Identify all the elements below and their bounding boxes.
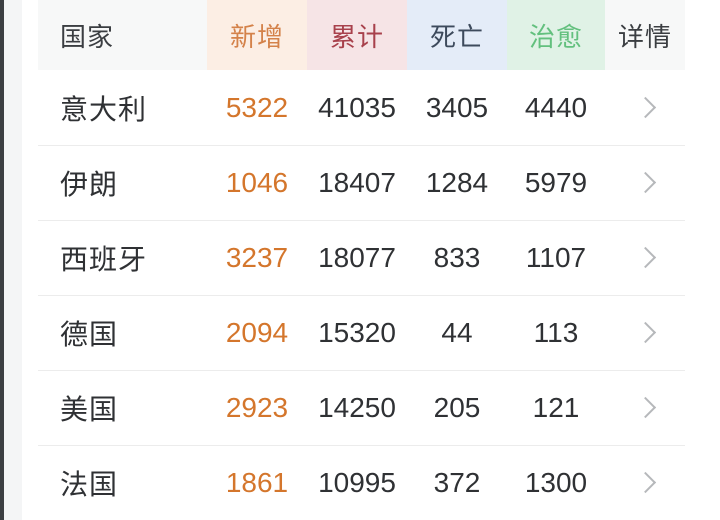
- cell-new: 3237: [225, 241, 289, 273]
- chevron-right-icon: [634, 471, 656, 494]
- cell-new: 5322: [225, 91, 289, 123]
- cell-deaths: 3405: [425, 91, 489, 123]
- cell-cured: 1107: [525, 241, 587, 273]
- column-header-country[interactable]: 国家: [38, 0, 207, 70]
- chevron-right-icon: [634, 396, 656, 419]
- column-header-new[interactable]: 新增: [207, 0, 307, 70]
- chevron-right-icon: [634, 321, 656, 344]
- cell-detail[interactable]: [605, 96, 685, 119]
- cell-cured: 121: [532, 391, 580, 423]
- cell-detail[interactable]: [605, 246, 685, 269]
- table-row[interactable]: 西班牙 3237 18077 833 1107: [38, 220, 685, 295]
- cell-deaths: 833: [433, 241, 481, 273]
- cell-total: 18407: [318, 166, 396, 198]
- cell-deaths: 205: [433, 391, 481, 423]
- table-row[interactable]: 法国 1861 10995 372 1300: [38, 445, 685, 520]
- cell-total: 18077: [318, 241, 396, 273]
- table-row[interactable]: 德国 2094 15320 44 113: [38, 295, 685, 370]
- cell-detail[interactable]: [605, 171, 685, 194]
- cell-new: 2923: [225, 391, 289, 423]
- cell-total: 10995: [318, 466, 396, 498]
- left-gutter: [4, 0, 22, 520]
- column-header-country-label: 国家: [60, 21, 115, 52]
- cell-total: 14250: [318, 391, 396, 423]
- cell-country: 法国: [60, 468, 119, 500]
- cell-cured: 4440: [524, 91, 588, 123]
- column-header-detail-label: 详情: [617, 21, 672, 52]
- chevron-right-icon: [634, 246, 656, 269]
- cell-total: 41035: [318, 91, 396, 123]
- table-body: 意大利 5322 41035 3405 4440 伊朗 1046 18407 1…: [38, 70, 685, 520]
- cell-cured: 1300: [524, 466, 588, 498]
- column-header-new-label: 新增: [229, 21, 284, 52]
- column-header-deaths-label: 死亡: [429, 21, 484, 52]
- cell-total: 15320: [318, 316, 396, 348]
- cell-country: 西班牙: [60, 243, 148, 275]
- cell-detail[interactable]: [605, 321, 685, 344]
- screen: 国家 新增 累计 死亡 治愈 详情 意大利 5322 41035 3405 44…: [0, 0, 720, 520]
- country-stats-table: 国家 新增 累计 死亡 治愈 详情 意大利 5322 41035 3405 44…: [38, 0, 685, 520]
- cell-detail[interactable]: [605, 471, 685, 494]
- cell-country: 美国: [60, 393, 119, 425]
- column-header-cured-label: 治愈: [528, 21, 583, 52]
- column-header-total-label: 累计: [329, 21, 384, 52]
- cell-deaths: 1284: [425, 166, 489, 198]
- cell-new: 1046: [225, 166, 289, 198]
- table-row[interactable]: 美国 2923 14250 205 121: [38, 370, 685, 445]
- cell-detail[interactable]: [605, 396, 685, 419]
- table-header-row: 国家 新增 累计 死亡 治愈 详情: [38, 0, 685, 70]
- cell-country: 德国: [60, 318, 119, 350]
- cell-deaths: 44: [441, 316, 473, 348]
- cell-country: 伊朗: [60, 168, 119, 200]
- column-header-detail[interactable]: 详情: [605, 0, 685, 70]
- chevron-right-icon: [634, 96, 656, 119]
- right-gutter: [685, 0, 720, 520]
- chevron-right-icon: [634, 171, 656, 194]
- cell-country: 意大利: [60, 93, 148, 125]
- cell-cured: 5979: [524, 166, 588, 198]
- cell-new: 2094: [225, 316, 289, 348]
- column-header-cured[interactable]: 治愈: [507, 0, 605, 70]
- stats-table-card: 国家 新增 累计 死亡 治愈 详情 意大利 5322 41035 3405 44…: [22, 0, 720, 520]
- cell-cured: 113: [533, 316, 579, 348]
- column-header-deaths[interactable]: 死亡: [407, 0, 507, 70]
- table-row[interactable]: 意大利 5322 41035 3405 4440: [38, 70, 685, 145]
- column-header-total[interactable]: 累计: [307, 0, 407, 70]
- cell-deaths: 372: [433, 466, 481, 498]
- cell-new: 1861: [225, 466, 289, 498]
- table-row[interactable]: 伊朗 1046 18407 1284 5979: [38, 145, 685, 220]
